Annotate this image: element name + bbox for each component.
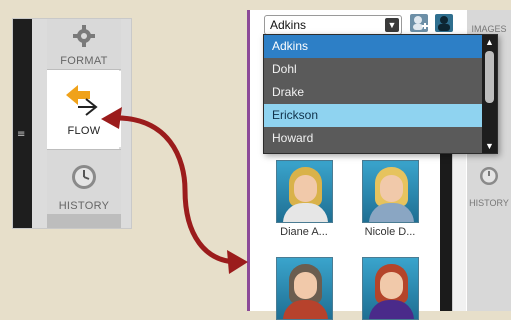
photo-scroll-lane [452,132,466,311]
dropdown-option-erickson[interactable]: Erickson [264,104,483,127]
name-dropdown-list[interactable]: Adkins Dohl Drake Erickson Howard ▲ ▼ [263,34,498,154]
flow-label: FLOW [67,125,101,137]
clock-icon [480,167,498,185]
history-label: HISTORY [58,200,110,212]
chevron-up-icon[interactable]: ▲ [482,35,497,49]
dropdown-option-adkins[interactable]: Adkins [264,35,483,58]
flow-button[interactable]: FLOW [47,71,121,147]
dropdown-scrollbar[interactable]: ▲ ▼ [482,35,497,153]
images-label: IMAGES [471,24,507,34]
gear-icon [73,25,95,47]
student-photo[interactable] [362,160,419,223]
right-editor-panel: IMAGES W HISTORY Adkins ▼ Diane A...Nico… [247,10,511,320]
left-bottom-bar [47,214,121,228]
name-select-value: Adkins [270,18,307,32]
chevron-down-icon[interactable]: ▼ [482,139,497,153]
clock-icon [72,165,96,189]
chevron-down-icon[interactable]: ▼ [385,18,399,32]
person-icon[interactable] [435,14,453,32]
left-dark-scrollbar[interactable]: ≡ [13,19,32,228]
student-name-label: Nicole D... [364,226,416,238]
name-select[interactable]: Adkins ▼ [264,15,402,35]
left-gutter [32,19,47,228]
flow-arrow-icon [66,85,98,116]
grip-icon[interactable]: ≡ [17,129,25,140]
dropdown-option-howard[interactable]: Howard [264,127,483,150]
left-toolbar-panel: ≡ FORMAT FLOW HISTORY [12,18,132,229]
dropdown-scroll-thumb[interactable] [485,51,494,103]
add-person-icon[interactable] [410,14,428,32]
history-strip-label: HISTORY [469,198,509,208]
dropdown-option-drake[interactable]: Drake [264,81,483,104]
student-name-label: Diane A... [280,226,328,238]
dropdown-option-dohl[interactable]: Dohl [264,58,483,81]
format-label: FORMAT [60,55,108,67]
student-photo[interactable] [276,160,333,223]
format-button[interactable]: FORMAT [47,19,121,70]
photo-scrollbar[interactable] [440,132,452,311]
